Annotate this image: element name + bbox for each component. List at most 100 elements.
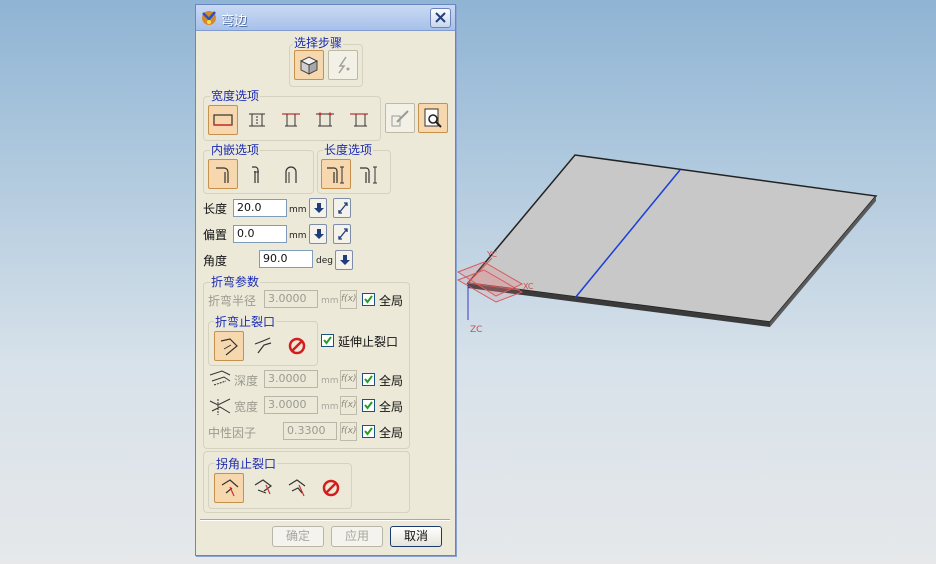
neutral-factor-label: 中性因子	[208, 426, 257, 440]
checkmark-icon	[364, 401, 373, 410]
sheet-metal-plate	[466, 154, 878, 327]
relief-depth-icon	[209, 370, 231, 386]
offset-dropdown-button[interactable]	[309, 224, 327, 244]
corner-relief-bend-only-button[interactable]	[214, 473, 244, 503]
angle-dropdown-button[interactable]	[335, 250, 353, 270]
relief-depth-formula-button[interactable]: f(x)	[340, 370, 357, 389]
down-arrow-icon	[340, 255, 350, 265]
relief-width-global-checkbox[interactable]	[362, 399, 375, 412]
width-options-label: 宽度选项	[210, 87, 261, 104]
axis-label-xc: XC	[523, 282, 534, 291]
relief-width-input[interactable]: 3.0000	[264, 396, 318, 414]
inset-options-label: 内嵌选项	[210, 141, 261, 158]
offset-unit: mm	[289, 231, 307, 241]
width-full-icon	[213, 114, 233, 126]
close-icon	[435, 12, 446, 23]
relief-width-label: 宽度	[234, 400, 259, 414]
bend-radius-label: 折弯半径	[208, 294, 257, 308]
relief-depth-label: 深度	[234, 374, 259, 388]
width-center-button[interactable]	[242, 105, 272, 135]
width-at-end-icon	[282, 113, 300, 127]
length-reverse-button[interactable]	[333, 198, 351, 218]
flange-dialog: 弯边 选择步骤 宽度选项 内嵌选项 长度选项 长度 20.0 mm 偏置 0.0…	[195, 4, 456, 556]
width-full-button[interactable]	[208, 105, 238, 135]
close-button[interactable]	[430, 8, 451, 28]
corner-relief-label: 拐角止裂口	[215, 455, 278, 472]
relief-depth-global-label: 全局	[379, 374, 404, 388]
inset-outside-icon	[252, 166, 259, 183]
dialog-title: 弯边	[221, 14, 248, 29]
sketch-section-button[interactable]	[385, 103, 415, 133]
checkmark-icon	[364, 427, 373, 436]
length-dropdown-button[interactable]	[309, 198, 327, 218]
length-input[interactable]: 20.0	[233, 199, 287, 217]
bend-radius-unit: mm	[321, 296, 339, 306]
bend-relief-round-button[interactable]	[248, 331, 278, 361]
length-options-label: 长度选项	[323, 141, 374, 158]
preview-button[interactable]	[418, 103, 448, 133]
corner-relief-face-icon	[254, 479, 273, 495]
corner-relief-bend-chain-button[interactable]	[282, 473, 312, 503]
bend-radius-global-checkbox[interactable]	[362, 293, 375, 306]
checkmark-icon	[323, 336, 332, 345]
offset-reverse-button[interactable]	[333, 224, 351, 244]
ok-button[interactable]: 确定	[272, 526, 324, 547]
width-both-ends-button[interactable]	[344, 105, 374, 135]
corner-relief-bend-face-button[interactable]	[248, 473, 278, 503]
inset-bend-outside-button[interactable]	[276, 159, 306, 189]
relief-width-formula-button[interactable]: f(x)	[340, 396, 357, 415]
cancel-button[interactable]: 取消	[390, 526, 442, 547]
sketch-icon	[391, 110, 409, 127]
width-both-ends-icon	[350, 113, 368, 127]
reverse-direction-icon	[338, 202, 348, 214]
relief-depth-unit: mm	[321, 376, 339, 386]
width-at-end-button[interactable]	[276, 105, 306, 135]
title-bar[interactable]: 弯边	[196, 5, 455, 31]
relief-depth-input[interactable]: 3.0000	[264, 370, 318, 388]
width-center-icon	[249, 113, 265, 127]
button-separator	[200, 519, 450, 521]
extend-relief-checkbox[interactable]	[321, 334, 334, 347]
length-outer-icon	[327, 166, 344, 184]
solid-face-icon	[299, 56, 319, 75]
extend-relief-label: 延伸止裂口	[338, 335, 399, 349]
inset-bend-icon	[285, 166, 297, 183]
relief-square-icon	[220, 338, 238, 356]
bend-relief-none-button[interactable]	[282, 331, 312, 361]
neutral-factor-formula-button[interactable]: f(x)	[340, 422, 357, 441]
relief-width-unit: mm	[321, 402, 339, 412]
angle-unit: deg	[316, 256, 333, 266]
neutral-factor-global-label: 全局	[379, 426, 404, 440]
inset-material-outside-button[interactable]	[242, 159, 272, 189]
reverse-direction-icon	[338, 228, 348, 240]
down-arrow-icon	[314, 203, 324, 213]
offset-input[interactable]: 0.0	[233, 225, 287, 243]
bend-params-label: 折弯参数	[210, 273, 261, 290]
select-edge-button[interactable]	[328, 50, 358, 80]
inset-inside-icon	[216, 167, 229, 183]
bend-radius-formula-button[interactable]: f(x)	[340, 290, 357, 309]
neutral-factor-input[interactable]: 0.3300	[283, 422, 337, 440]
relief-depth-global-checkbox[interactable]	[362, 373, 375, 386]
length-inner-button[interactable]	[354, 159, 384, 189]
neutral-factor-global-checkbox[interactable]	[362, 425, 375, 438]
length-outer-button[interactable]	[321, 159, 351, 189]
axis-label-zc: ZC	[470, 325, 483, 335]
relief-width-icon	[209, 398, 231, 415]
bend-radius-input[interactable]: 3.0000	[264, 290, 318, 308]
relief-round-icon	[254, 337, 272, 354]
corner-relief-none-button[interactable]	[316, 473, 346, 503]
length-unit: mm	[289, 205, 307, 215]
length-label: 长度	[203, 202, 228, 216]
angle-input[interactable]: 90.0	[259, 250, 313, 268]
width-from-end-button[interactable]	[310, 105, 340, 135]
graphics-viewport[interactable]: YC XC ZC	[0, 0, 936, 564]
inset-material-inside-button[interactable]	[208, 159, 238, 189]
bend-radius-global-label: 全局	[379, 294, 404, 308]
apply-button[interactable]: 应用	[331, 526, 383, 547]
bend-relief-square-button[interactable]	[214, 331, 244, 361]
select-face-button[interactable]	[294, 50, 324, 80]
down-arrow-icon	[314, 229, 324, 239]
checkmark-icon	[364, 375, 373, 384]
axis-label-yc: YC	[487, 250, 498, 259]
